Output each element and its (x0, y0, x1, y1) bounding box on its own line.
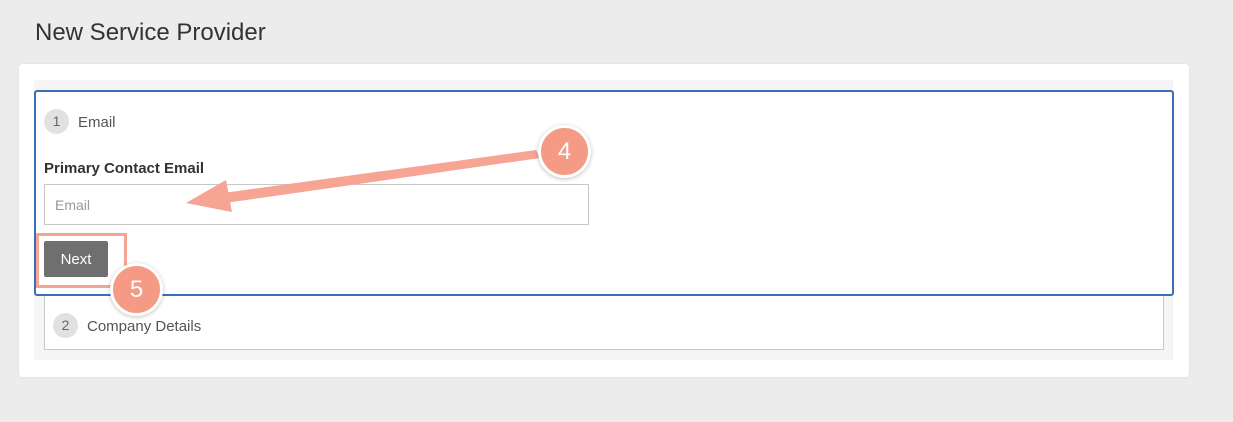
email-input[interactable] (44, 184, 589, 225)
step-number-1: 1 (44, 109, 69, 134)
page-title: New Service Provider (35, 19, 266, 46)
step-number-2: 2 (53, 313, 78, 338)
step-label-company-details: Company Details (87, 318, 202, 335)
primary-contact-email-label: Primary Contact Email (44, 160, 205, 177)
step-label-email: Email (78, 114, 116, 131)
step-marker-5: 5 (110, 263, 163, 316)
step-company-details[interactable]: 2 Company Details (44, 290, 1164, 350)
step-marker-4: 4 (538, 125, 591, 178)
